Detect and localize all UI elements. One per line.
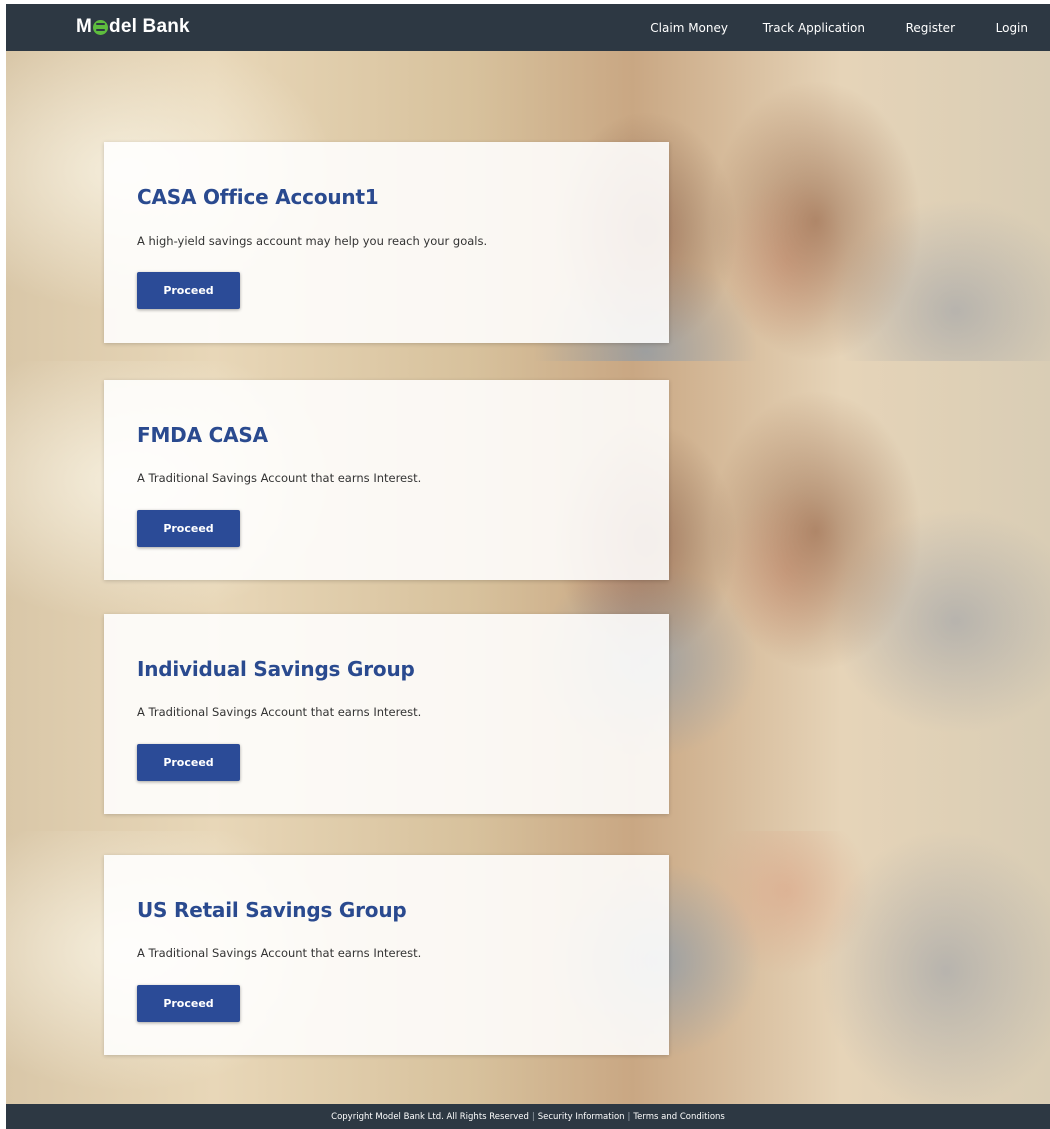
product-card: US Retail Savings Group A Traditional Sa… [104,855,669,1055]
nav-register[interactable]: Register [906,21,955,35]
product-description: A high-yield savings account may help yo… [137,234,488,248]
footer-security-link[interactable]: Security Information [538,1112,625,1122]
footer-copyright: Copyright Model Bank Ltd. All Rights Res… [331,1111,529,1122]
model-bank-logo[interactable]: M del Bank [76,16,190,38]
proceed-button[interactable]: Proceed [137,510,240,547]
proceed-button[interactable]: Proceed [137,985,240,1022]
page-frame: M del Bank Claim Money Track Application… [6,4,1050,1129]
product-card: FMDA CASA A Traditional Savings Account … [104,380,669,580]
product-card: CASA Office Account1 A high-yield saving… [104,142,669,343]
product-title: FMDA CASA [137,423,268,447]
footer: Copyright Model Bank Ltd. All Rights Res… [6,1104,1050,1129]
product-description: A Traditional Savings Account that earns… [137,471,422,485]
logo-text-prefix: M [76,16,93,37]
footer-separator: | [531,1111,535,1122]
logo-text-suffix: del Bank [109,16,190,37]
product-description: A Traditional Savings Account that earns… [137,705,422,719]
logo-o-icon [93,19,109,35]
product-title: CASA Office Account1 [137,185,379,209]
nav-login[interactable]: Login [996,21,1028,35]
proceed-button[interactable]: Proceed [137,744,240,781]
nav-track-application[interactable]: Track Application [763,21,865,35]
product-title: US Retail Savings Group [137,898,407,922]
proceed-button[interactable]: Proceed [137,272,240,309]
product-title: Individual Savings Group [137,657,415,681]
product-description: A Traditional Savings Account that earns… [137,946,422,960]
top-navigation-bar: M del Bank Claim Money Track Application… [6,4,1050,51]
product-card: Individual Savings Group A Traditional S… [104,614,669,814]
footer-separator: | [627,1111,631,1122]
footer-terms-link[interactable]: Terms and Conditions [633,1112,724,1122]
nav-claim-money[interactable]: Claim Money [650,21,728,35]
